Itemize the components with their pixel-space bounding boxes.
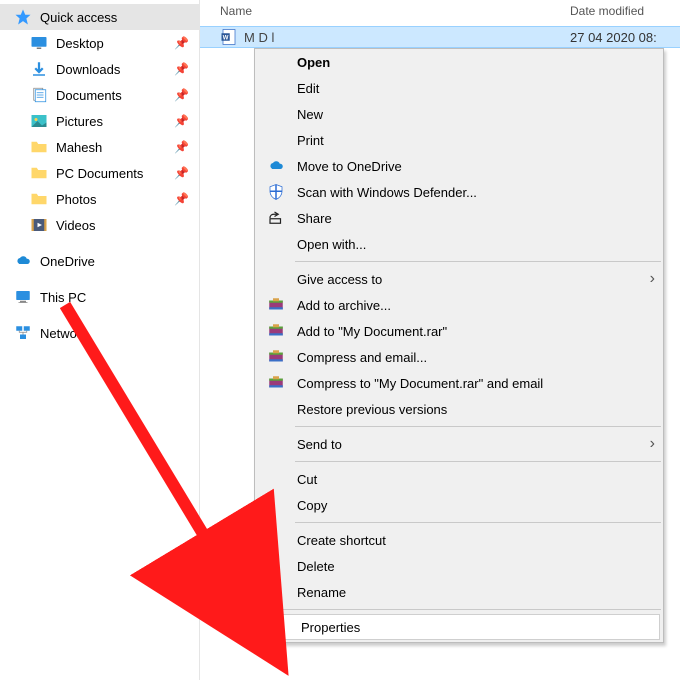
- pin-icon: 📌: [174, 62, 189, 76]
- sidebar-label: OneDrive: [40, 254, 95, 269]
- column-header-date[interactable]: Date modified: [570, 4, 680, 18]
- onedrive-icon: [14, 252, 32, 270]
- folder-icon: [30, 138, 48, 156]
- pin-icon: 📌: [174, 192, 189, 206]
- separator: [295, 261, 661, 262]
- pin-icon: 📌: [174, 114, 189, 128]
- sidebar-label: Desktop: [56, 36, 104, 51]
- pin-icon: 📌: [174, 36, 189, 50]
- menu-item-scan-defender[interactable]: Scan with Windows Defender...: [255, 179, 663, 205]
- file-date: 27 04 2020 08:: [570, 30, 680, 45]
- menu-item-edit[interactable]: Edit: [255, 75, 663, 101]
- sidebar-label: This PC: [40, 290, 86, 305]
- menu-item-move-onedrive[interactable]: Move to OneDrive: [255, 153, 663, 179]
- file-name: M D l: [244, 30, 274, 45]
- menu-item-print[interactable]: Print: [255, 127, 663, 153]
- menu-item-new[interactable]: New: [255, 101, 663, 127]
- context-menu: Open Edit New Print Move to OneDrive Sca…: [254, 48, 664, 643]
- folder-icon: [30, 190, 48, 208]
- menu-item-cut[interactable]: Cut: [255, 466, 663, 492]
- menu-item-restore-previous[interactable]: Restore previous versions: [255, 396, 663, 422]
- network-icon: [14, 324, 32, 342]
- separator: [295, 426, 661, 427]
- menu-item-open[interactable]: Open: [255, 49, 663, 75]
- sidebar-item-this-pc[interactable]: This PC: [0, 284, 199, 310]
- menu-item-add-rar[interactable]: Add to "My Document.rar": [255, 318, 663, 344]
- defender-shield-icon: [265, 181, 287, 203]
- pin-icon: 📌: [174, 140, 189, 154]
- menu-item-give-access[interactable]: Give access to›: [255, 266, 663, 292]
- menu-item-properties[interactable]: Properties: [258, 614, 660, 640]
- menu-item-rename[interactable]: Rename: [255, 579, 663, 605]
- pictures-icon: [30, 112, 48, 130]
- menu-item-add-archive[interactable]: Add to archive...: [255, 292, 663, 318]
- menu-item-copy[interactable]: Copy: [255, 492, 663, 518]
- star-icon: [14, 8, 32, 26]
- sidebar-label: Pictures: [56, 114, 103, 129]
- videos-icon: [30, 216, 48, 234]
- separator: [257, 609, 661, 610]
- sidebar-item-desktop[interactable]: Desktop 📌: [0, 30, 199, 56]
- menu-item-create-shortcut[interactable]: Create shortcut: [255, 527, 663, 553]
- winrar-icon: [265, 372, 287, 394]
- desktop-icon: [30, 34, 48, 52]
- sidebar-label: Photos: [56, 192, 96, 207]
- menu-item-compress-rar-email[interactable]: Compress to "My Document.rar" and email: [255, 370, 663, 396]
- sidebar-label: Network: [40, 326, 88, 341]
- separator: [295, 522, 661, 523]
- file-row-selected[interactable]: W M D l 27 04 2020 08:: [200, 26, 680, 48]
- winrar-icon: [265, 320, 287, 342]
- sidebar-item-onedrive[interactable]: OneDrive: [0, 248, 199, 274]
- onedrive-icon: [265, 155, 287, 177]
- sidebar-item-photos[interactable]: Photos 📌: [0, 186, 199, 212]
- menu-item-share[interactable]: Share: [255, 205, 663, 231]
- column-headers[interactable]: Name Date modified: [200, 0, 680, 22]
- sidebar-label: Documents: [56, 88, 122, 103]
- sidebar-item-network[interactable]: Network: [0, 320, 199, 346]
- downloads-icon: [30, 60, 48, 78]
- sidebar-label: Downloads: [56, 62, 120, 77]
- sidebar-item-videos[interactable]: Videos: [0, 212, 199, 238]
- sidebar-label: PC Documents: [56, 166, 143, 181]
- sidebar-item-downloads[interactable]: Downloads 📌: [0, 56, 199, 82]
- winrar-icon: [265, 346, 287, 368]
- folder-icon: [30, 164, 48, 182]
- menu-item-open-with[interactable]: Open with...: [255, 231, 663, 257]
- pin-icon: 📌: [174, 88, 189, 102]
- chevron-right-icon: ›: [650, 270, 655, 288]
- nav-tree: Quick access Desktop 📌 Downloads 📌 Docum…: [0, 0, 200, 680]
- sidebar-label: Videos: [56, 218, 96, 233]
- sidebar-item-pictures[interactable]: Pictures 📌: [0, 108, 199, 134]
- this-pc-icon: [14, 288, 32, 306]
- sidebar-label: Mahesh: [56, 140, 102, 155]
- sidebar-item-documents[interactable]: Documents 📌: [0, 82, 199, 108]
- sidebar-label: Quick access: [40, 10, 117, 25]
- separator: [295, 461, 661, 462]
- chevron-right-icon: ›: [650, 435, 655, 453]
- sidebar-item-quick-access[interactable]: Quick access: [0, 4, 199, 30]
- menu-item-send-to[interactable]: Send to›: [255, 431, 663, 457]
- sidebar-item-mahesh[interactable]: Mahesh 📌: [0, 134, 199, 160]
- pin-icon: 📌: [174, 166, 189, 180]
- column-header-name[interactable]: Name: [220, 4, 570, 18]
- svg-text:W: W: [223, 35, 229, 41]
- menu-item-compress-email[interactable]: Compress and email...: [255, 344, 663, 370]
- winrar-icon: [265, 294, 287, 316]
- sidebar-item-pc-documents[interactable]: PC Documents 📌: [0, 160, 199, 186]
- share-icon: [265, 207, 287, 229]
- documents-icon: [30, 86, 48, 104]
- word-doc-icon: W: [220, 28, 238, 46]
- menu-item-delete[interactable]: Delete: [255, 553, 663, 579]
